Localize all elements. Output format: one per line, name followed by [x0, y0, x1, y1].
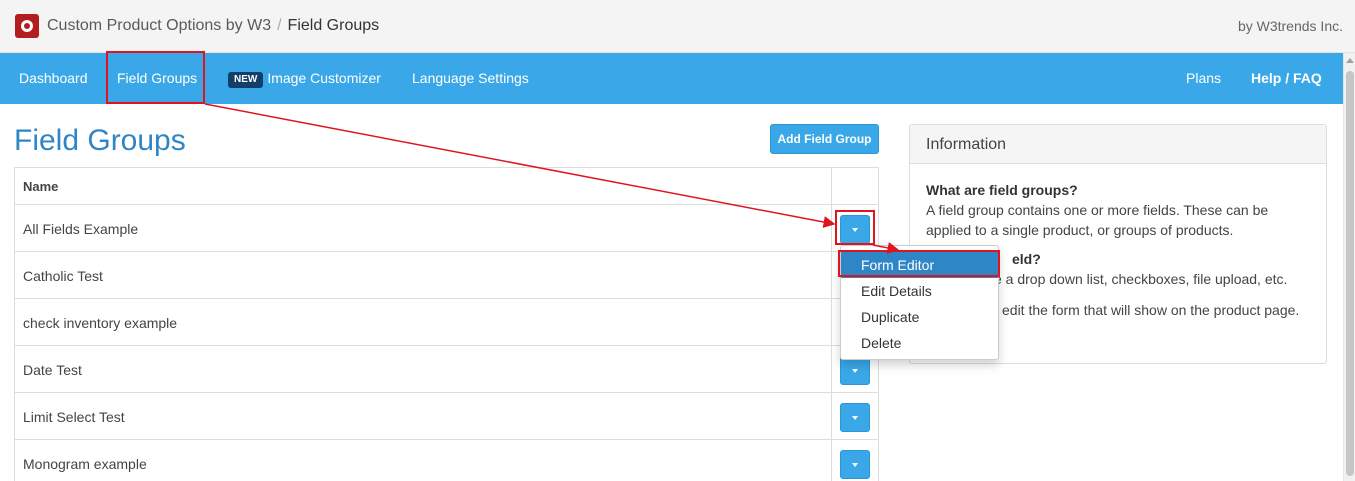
breadcrumb-app-link[interactable]: Custom Product Options by W3: [47, 17, 271, 34]
column-divider: [831, 440, 832, 481]
nav-help-faq[interactable]: Help / FAQ: [1251, 70, 1322, 87]
table-row: check inventory example: [15, 299, 878, 346]
column-divider: [831, 168, 832, 204]
add-field-group-button[interactable]: Add Field Group: [770, 124, 879, 154]
row-name[interactable]: Date Test: [23, 362, 82, 378]
table-row: Date Test: [15, 346, 878, 393]
column-header-name: Name: [23, 179, 59, 194]
app-header: Custom Product Options by W3 / Field Group…: [0, 0, 1355, 53]
info-answer-form-editor-partial: edit the form that will show on the prod…: [1002, 302, 1300, 318]
row-actions-button[interactable]: [840, 403, 870, 432]
row-name[interactable]: Catholic Test: [23, 268, 103, 284]
table-header-row: Name: [15, 168, 878, 205]
nav-image-customizer-label: Image Customizer: [267, 70, 381, 86]
info-question-field-groups: What are field groups?: [926, 182, 1078, 198]
page-title: Field Groups: [14, 124, 186, 157]
table-row: Catholic Test: [15, 252, 878, 299]
column-divider: [831, 205, 832, 251]
breadcrumb-separator: /: [277, 17, 282, 34]
caret-down-icon: [852, 463, 858, 467]
scroll-up-arrow-icon[interactable]: [1346, 58, 1354, 63]
column-divider: [831, 346, 832, 392]
company-credit: by W3trends Inc.: [1237, 18, 1343, 34]
caret-down-icon: [852, 369, 858, 373]
nav-dashboard[interactable]: Dashboard: [19, 70, 88, 87]
info-answer-field-partial: e a drop down list, checkboxes, file upl…: [994, 271, 1288, 287]
row-name[interactable]: check inventory example: [23, 315, 177, 331]
nav-image-customizer[interactable]: NEW Image Customizer: [228, 70, 381, 88]
information-panel-title: Information: [910, 125, 1326, 164]
new-badge: NEW: [228, 72, 264, 88]
table-row: Monogram example: [15, 440, 878, 481]
table-row: Limit Select Test: [15, 393, 878, 440]
column-divider: [831, 252, 832, 298]
info-question-field-partial: eld?: [1012, 251, 1041, 267]
scroll-thumb[interactable]: [1346, 71, 1354, 476]
field-groups-table: Name All Fields Example Catholic Test ch…: [14, 167, 879, 481]
menu-item-delete[interactable]: Delete: [841, 330, 998, 356]
table-row: All Fields Example: [15, 205, 878, 252]
row-actions-button[interactable]: [840, 356, 870, 385]
row-name[interactable]: Limit Select Test: [23, 409, 125, 425]
caret-down-icon: [852, 416, 858, 420]
annotation-highlight-form-editor: [838, 250, 1000, 277]
nav-plans[interactable]: Plans: [1186, 70, 1221, 87]
row-actions-button[interactable]: [840, 450, 870, 479]
page-scrollbar[interactable]: [1343, 53, 1355, 481]
breadcrumb: Custom Product Options by W3 / Field Group…: [47, 17, 379, 35]
nav-language-settings[interactable]: Language Settings: [412, 70, 529, 87]
app-logo-icon: [15, 14, 39, 38]
column-divider: [831, 299, 832, 345]
column-divider: [831, 393, 832, 439]
menu-item-edit-details[interactable]: Edit Details: [841, 278, 998, 304]
menu-item-duplicate[interactable]: Duplicate: [841, 304, 998, 330]
row-name[interactable]: Monogram example: [23, 456, 147, 472]
annotation-highlight-caret: [835, 210, 875, 245]
breadcrumb-current: Field Groups: [287, 17, 380, 34]
info-answer-field-groups: A field group contains one or more field…: [926, 202, 1269, 238]
annotation-highlight-nav: [106, 51, 205, 104]
row-name[interactable]: All Fields Example: [23, 221, 138, 237]
